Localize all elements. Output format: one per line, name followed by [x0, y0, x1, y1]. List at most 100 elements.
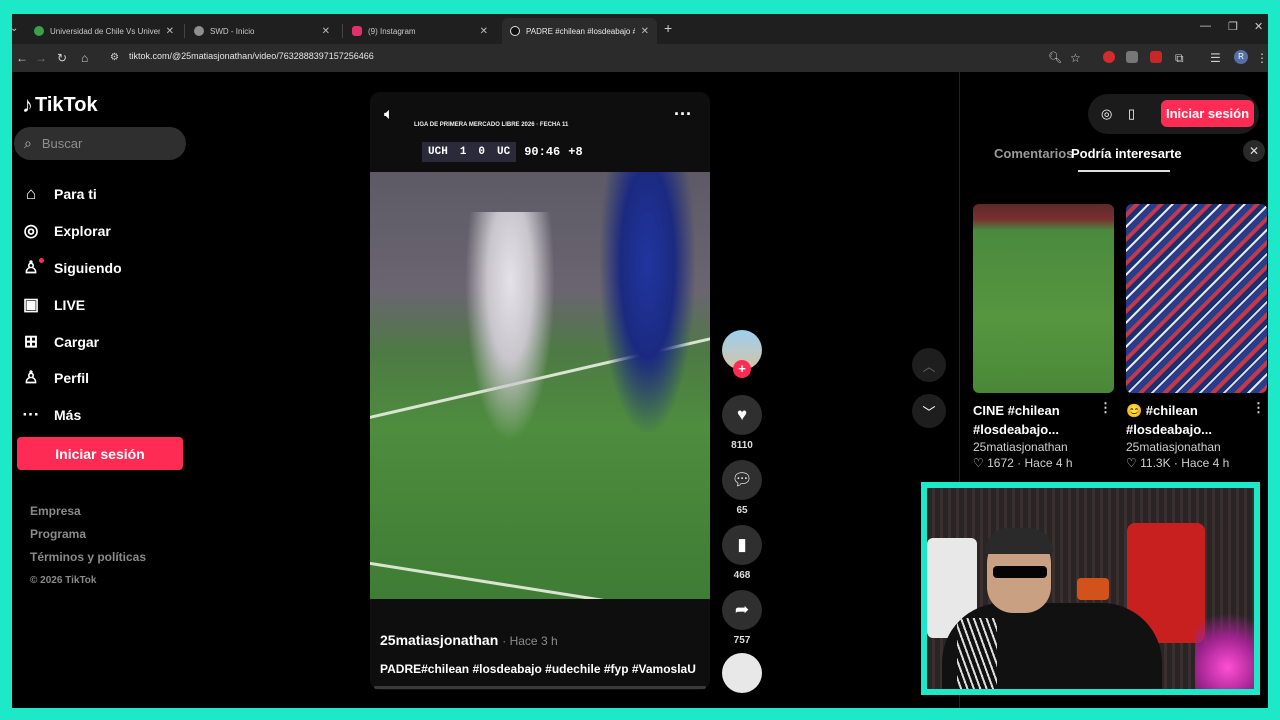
- follow-plus-icon[interactable]: +: [733, 360, 751, 378]
- cam-sunglasses: [993, 566, 1047, 578]
- card-author[interactable]: 25matiasjonathan: [1126, 440, 1267, 454]
- back-icon[interactable]: ←: [16, 50, 28, 66]
- sidebar-item-siguiendo[interactable]: ♙ Siguiendo: [20, 250, 122, 287]
- comment-count: 65: [736, 505, 748, 516]
- forward-icon[interactable]: →: [35, 50, 47, 66]
- device-icon[interactable]: ▯: [1128, 106, 1135, 122]
- footer-link-programa[interactable]: Programa: [30, 527, 146, 550]
- music-disc[interactable]: [722, 653, 762, 693]
- extensions-puzzle-icon[interactable]: ⧉: [1175, 50, 1184, 66]
- active-tab-indicator: [1078, 170, 1170, 172]
- more-options-icon[interactable]: ···: [674, 104, 692, 125]
- site-info-icon[interactable]: ⚙: [110, 50, 119, 66]
- video-thumbnail[interactable]: [1126, 204, 1267, 393]
- tiktok-favicon-icon: [510, 26, 520, 36]
- reading-list-icon[interactable]: ☰: [1210, 50, 1221, 66]
- extension-icon[interactable]: [1126, 51, 1138, 63]
- sidebar-item-perfil[interactable]: ♙ Perfil: [20, 360, 122, 397]
- sidebar-nav: ⌂ Para ti ◎ Explorar ♙ Siguiendo ▣ LIVE …: [20, 176, 122, 434]
- share-arrow-icon: ➦: [734, 600, 750, 619]
- zoom-icon[interactable]: 🔍︎: [1048, 50, 1062, 66]
- suggested-video-card[interactable]: CINE #chilean #losdeabajo... ⋮ 25matiasj…: [973, 204, 1114, 470]
- tab-title: (9) Instagram: [368, 26, 416, 36]
- card-time: Hace 4 h: [1024, 456, 1073, 470]
- tiktok-logo[interactable]: ♪ TikTok: [22, 92, 98, 118]
- reload-icon[interactable]: ↻: [57, 50, 67, 66]
- menu-kebab-icon[interactable]: ⋮: [1256, 50, 1268, 66]
- close-window-icon[interactable]: ✕: [1254, 20, 1263, 33]
- card-menu-icon[interactable]: ⋮: [1252, 400, 1265, 416]
- tab-title: PADRE #chilean #losdeabajo #ud: [526, 26, 635, 36]
- login-button[interactable]: Iniciar sesión: [17, 437, 183, 470]
- tab-swd[interactable]: SWD - Inicio ✕: [186, 18, 338, 44]
- bookmark-star-icon[interactable]: ☆: [1070, 50, 1081, 66]
- home-icon[interactable]: ⌂: [81, 50, 88, 66]
- close-tab-icon[interactable]: ✕: [166, 26, 174, 37]
- extension-icon[interactable]: [1150, 51, 1162, 63]
- card-likes: 11.3K: [1140, 456, 1171, 470]
- scoreboard: UCH 1 0 UC 90:46 +8: [422, 142, 583, 162]
- restore-icon[interactable]: ❐: [1228, 20, 1238, 33]
- previous-video-button[interactable]: ︿: [912, 348, 946, 382]
- sidebar-item-live[interactable]: ▣ LIVE: [20, 286, 122, 323]
- profile-avatar[interactable]: R: [1234, 50, 1248, 64]
- volume-icon[interactable]: 🔈︎: [384, 106, 394, 124]
- browser-window: ⌄ Universidad de Chile Vs Universidad ✕ …: [12, 14, 1268, 708]
- search-placeholder: Buscar: [41, 136, 83, 151]
- save-button[interactable]: ▮: [722, 525, 762, 565]
- sidebar-item-cargar[interactable]: ⊞ Cargar: [20, 323, 122, 360]
- share-button[interactable]: ➦: [722, 590, 762, 630]
- card-title: 😊 #chilean #losdeabajo...: [1126, 403, 1212, 437]
- suggested-video-card[interactable]: 😊 #chilean #losdeabajo... ⋮ 25matiasjona…: [1126, 204, 1267, 470]
- tab-search-icon[interactable]: ⌄: [12, 21, 18, 37]
- explore-compass-icon[interactable]: ◎: [1101, 106, 1112, 122]
- video-progress-bar[interactable]: [374, 686, 706, 689]
- card-meta: ♡ 11.3K · Hace 4 h: [1126, 456, 1267, 470]
- search-input[interactable]: ⌕ Buscar: [14, 127, 186, 160]
- video-thumbnail[interactable]: [973, 204, 1114, 393]
- sidebar-item-explorar[interactable]: ◎ Explorar: [20, 213, 122, 250]
- card-time: Hace 4 h: [1181, 456, 1230, 470]
- logo-text: TikTok: [35, 93, 98, 116]
- url-field[interactable]: tiktok.com/@25matiasjonathan/video/76328…: [129, 51, 374, 61]
- card-meta: ♡ 1672 · Hace 4 h: [973, 456, 1114, 470]
- tab-title: SWD - Inicio: [210, 26, 255, 36]
- login-button-top[interactable]: Iniciar sesión: [1161, 100, 1254, 127]
- card-author[interactable]: 25matiasjonathan: [973, 440, 1114, 454]
- tiktok-logo-icon: ♪: [22, 92, 33, 117]
- sidebar-item-label: LIVE: [54, 296, 86, 313]
- video-player[interactable]: 🔈︎ ··· LIGA DE PRIMERA MERCADO LIBRE 202…: [370, 92, 710, 690]
- comment-button[interactable]: 💬︎: [722, 460, 762, 500]
- chevron-down-icon: ﹀: [922, 404, 936, 420]
- sidebar-item-mas[interactable]: ··· Más: [20, 397, 122, 434]
- home-team: UCH: [422, 142, 454, 162]
- away-score: 0: [472, 142, 492, 162]
- close-icon: ✕: [1248, 144, 1260, 158]
- like-button[interactable]: ♥: [722, 395, 762, 435]
- close-tab-icon[interactable]: ✕: [480, 26, 488, 37]
- added-time: +8: [568, 145, 583, 159]
- extension-icon[interactable]: [1103, 51, 1115, 63]
- sidebar-item-para-ti[interactable]: ⌂ Para ti: [20, 176, 122, 213]
- tab-instagram[interactable]: (9) Instagram ✕: [344, 18, 496, 44]
- next-video-button[interactable]: ﹀: [912, 394, 946, 428]
- new-tab-button[interactable]: +: [664, 20, 672, 36]
- copyright: © 2026 TikTok: [30, 575, 97, 586]
- minimize-icon[interactable]: —: [1200, 20, 1211, 32]
- like-count: 8110: [731, 440, 753, 451]
- footer-link-terminos[interactable]: Términos y políticas: [30, 550, 146, 573]
- tab-divider: [342, 24, 343, 38]
- tab-divider: [184, 24, 185, 38]
- close-tab-icon[interactable]: ✕: [641, 26, 649, 37]
- footer-link-empresa[interactable]: Empresa: [30, 504, 146, 527]
- close-tab-icon[interactable]: ✕: [322, 26, 330, 37]
- tab-podria-interesarte[interactable]: Podría interesarte: [1071, 146, 1182, 161]
- cam-cap: [985, 528, 1053, 554]
- tab-universidad[interactable]: Universidad de Chile Vs Universidad ✕: [26, 18, 182, 44]
- video-author[interactable]: 25matiasjonathan: [380, 632, 498, 648]
- card-menu-icon[interactable]: ⋮: [1099, 400, 1112, 416]
- sidebar-footer: Empresa Programa Términos y políticas © …: [30, 504, 146, 586]
- close-panel-button[interactable]: ✕: [1243, 140, 1265, 162]
- tab-tiktok[interactable]: PADRE #chilean #losdeabajo #ud ✕: [502, 18, 657, 44]
- tab-comentarios[interactable]: Comentarios: [994, 146, 1073, 161]
